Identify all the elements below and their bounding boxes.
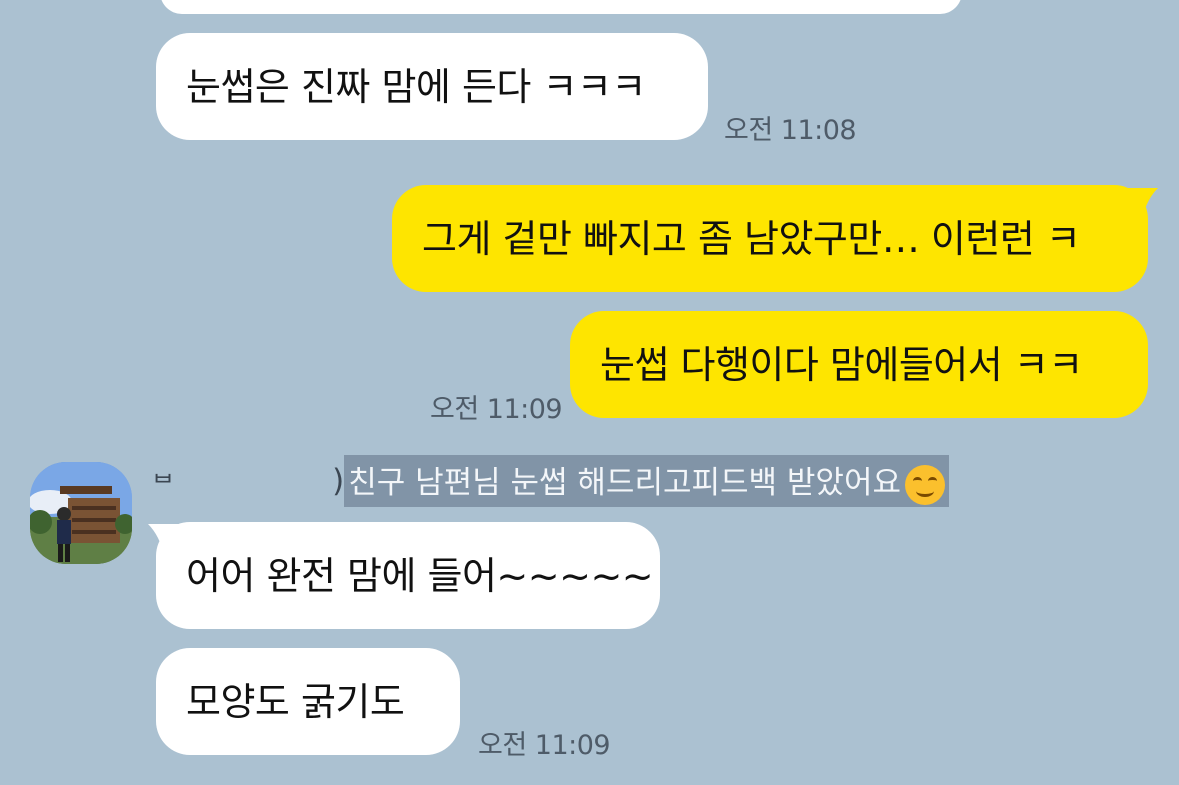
message-timestamp: 오전 11:09 [478, 730, 611, 761]
bubble-tail-icon [1118, 188, 1158, 220]
message-timestamp: 오전 11:09 [430, 394, 563, 425]
message-text: 그게 겉만 빠지고 좀 남았구만… 이런런 ㅋ [422, 216, 1081, 261]
chat-area: 눈썹은 진짜 맘에 든다 ㅋㅋㅋ 오전 11:08 그게 겉만 빠지고 좀 남았… [0, 0, 1179, 785]
message-text: 눈썹 다행이다 맘에들어서 ㅋㅋ [600, 342, 1083, 387]
message-bubble-outgoing[interactable]: 그게 겉만 빠지고 좀 남았구만… 이런런 ㅋ [392, 185, 1148, 292]
sender-suffix: ) [332, 463, 345, 499]
quoted-text-selection[interactable]: 친구 남편님 눈썹 해드리고피드백 받았어요 [344, 455, 949, 507]
message-timestamp: 오전 11:08 [724, 115, 857, 146]
message-bubble-incoming[interactable]: 눈썹은 진짜 맘에 든다 ㅋㅋㅋ [156, 33, 708, 140]
quoted-text: 친구 남편님 눈썹 해드리고피드백 받았어요 [348, 465, 901, 502]
avatar[interactable] [30, 462, 132, 564]
profile-photo-icon [30, 462, 132, 564]
message-bubble-incoming[interactable]: 모양도 굵기도 [156, 648, 460, 755]
sender-line: ᄇ ) 친구 남편님 눈썹 해드리고피드백 받았어요 [152, 455, 949, 507]
message-text: 어어 완전 맘에 들어~~~~~ [186, 553, 654, 598]
smiling-face-emoji-icon [904, 464, 945, 505]
message-bubble-partial[interactable] [160, 0, 962, 14]
sender-name-redacted [174, 466, 333, 496]
sender-name: ᄇ [152, 469, 175, 498]
message-text: 눈썹은 진짜 맘에 든다 ㅋㅋㅋ [186, 64, 646, 109]
message-text: 모양도 굵기도 [186, 679, 405, 724]
message-bubble-incoming[interactable]: 어어 완전 맘에 들어~~~~~ [156, 522, 660, 629]
message-bubble-outgoing[interactable]: 눈썹 다행이다 맘에들어서 ㅋㅋ [570, 311, 1148, 418]
